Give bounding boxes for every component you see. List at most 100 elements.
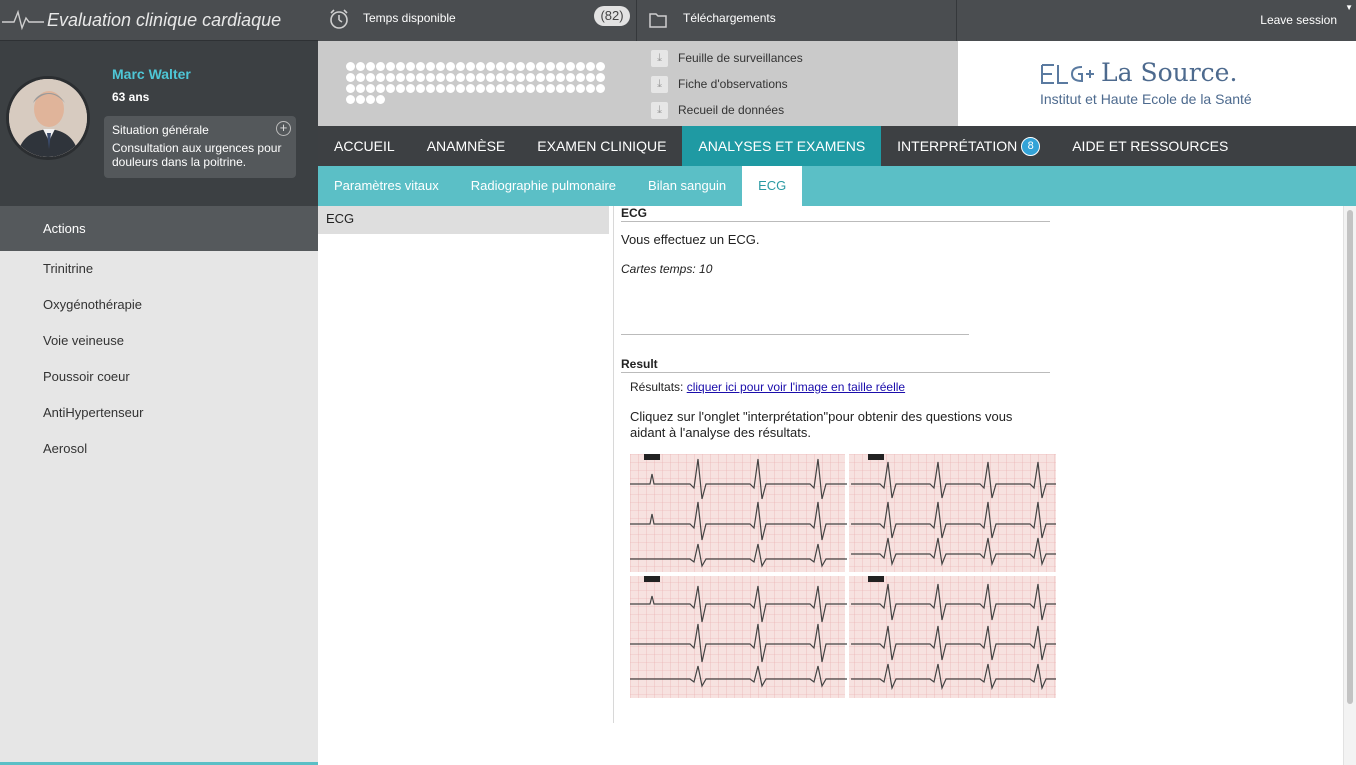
time-dots	[346, 62, 611, 106]
time-dot	[366, 62, 375, 71]
nav-analyses-examens[interactable]: ANALYSES ET EXAMENS	[682, 126, 882, 166]
time-dot	[556, 73, 565, 82]
downloads-label: Téléchargements	[683, 11, 776, 25]
logo-name: La Source.	[1101, 58, 1238, 87]
time-dot	[516, 62, 525, 71]
downloads-header: Téléchargements	[638, 0, 957, 41]
time-dot	[376, 84, 385, 93]
time-dot	[456, 73, 465, 82]
time-dot	[376, 95, 385, 104]
download-label: Recueil de données	[678, 103, 785, 117]
tab-radiographie-pulmonaire[interactable]: Radiographie pulmonaire	[455, 166, 632, 206]
expand-plus-icon[interactable]: +	[276, 121, 291, 136]
time-dot	[526, 73, 535, 82]
action-item-voie-veineuse[interactable]: Voie veineuse	[0, 323, 318, 359]
time-dot	[366, 84, 375, 93]
detail-panel: ECG Vous effectuez un ECG. Cartes temps:…	[621, 206, 1061, 698]
download-fiche-observations[interactable]: ⤓ Fiche d'observations	[638, 71, 958, 97]
time-dot	[436, 84, 445, 93]
nav-anamnese[interactable]: ANAMNÈSE	[411, 126, 522, 166]
time-dot	[356, 95, 365, 104]
top-bar: Temps disponible (82) Téléchargements Le…	[318, 0, 1356, 41]
la-source-logo-icon	[1041, 64, 1094, 84]
app-title-bar: Evaluation clinique cardiaque	[0, 0, 318, 41]
patient-panel: Evaluation clinique cardiaque Marc Walte…	[0, 0, 318, 206]
intro-text: Vous effectuez un ECG.	[621, 232, 760, 247]
tab-ecg[interactable]: ECG	[742, 166, 803, 206]
time-dot	[416, 62, 425, 71]
actions-panel: Actions Trinitrine Oxygénothérapie Voie …	[0, 206, 318, 765]
result-title: Result	[621, 357, 1050, 373]
download-icon: ⤓	[651, 49, 668, 67]
vertical-scrollbar[interactable]	[1343, 206, 1356, 765]
time-dot	[396, 73, 405, 82]
tab-parametres-vitaux[interactable]: Paramètres vitaux	[318, 166, 455, 206]
section-title: ECG	[621, 206, 1050, 222]
time-dot	[486, 73, 495, 82]
situation-title: Situation générale	[112, 123, 209, 137]
time-dot	[596, 62, 605, 71]
time-dot	[426, 73, 435, 82]
time-dot	[436, 62, 445, 71]
time-dot	[566, 73, 575, 82]
time-dot	[556, 84, 565, 93]
nav-aide-ressources[interactable]: AIDE ET RESSOURCES	[1056, 126, 1244, 166]
nav-interpretation[interactable]: INTERPRÉTATION 8	[881, 126, 1056, 166]
time-dot	[416, 73, 425, 82]
ecg-image[interactable]	[630, 454, 1056, 698]
patient-name: Marc Walter	[112, 66, 191, 82]
divider	[621, 334, 969, 335]
time-dot	[416, 84, 425, 93]
action-item-poussoir-coeur[interactable]: Poussoir coeur	[0, 359, 318, 395]
time-dot	[476, 62, 485, 71]
patient-avatar	[6, 76, 90, 160]
time-dot	[526, 84, 535, 93]
action-item-aerosol[interactable]: Aerosol	[0, 431, 318, 467]
time-dot	[536, 84, 545, 93]
time-dot	[596, 84, 605, 93]
interpretation-badge: 8	[1021, 136, 1041, 156]
time-dot	[346, 95, 355, 104]
time-dot	[456, 84, 465, 93]
time-dot	[586, 84, 595, 93]
leave-session-button[interactable]: Leave session	[1260, 13, 1337, 27]
time-dot	[366, 73, 375, 82]
time-dot	[486, 84, 495, 93]
action-item-trinitrine[interactable]: Trinitrine	[0, 251, 318, 287]
time-dot	[596, 73, 605, 82]
scroll-thumb[interactable]	[1347, 210, 1353, 704]
situation-box: Situation générale + Consultation aux ur…	[104, 116, 296, 178]
time-dot	[546, 73, 555, 82]
time-panel	[318, 41, 638, 126]
nav-examen-clinique[interactable]: EXAMEN CLINIQUE	[521, 126, 682, 166]
action-item-oxygenotherapie[interactable]: Oxygénothérapie	[0, 287, 318, 323]
time-dot	[516, 73, 525, 82]
nav-accueil[interactable]: ACCUEIL	[318, 126, 411, 166]
list-item-ecg[interactable]: ECG	[318, 206, 609, 234]
download-recueil-donnees[interactable]: ⤓ Recueil de données	[638, 97, 958, 123]
time-dot	[566, 62, 575, 71]
results-line: Résultats: cliquer ici pour voir l'image…	[630, 380, 1061, 394]
time-dot	[366, 95, 375, 104]
time-dot	[446, 73, 455, 82]
time-dot	[446, 84, 455, 93]
time-dot	[386, 84, 395, 93]
download-feuille-surveillances[interactable]: ⤓ Feuille de surveillances	[638, 45, 958, 71]
time-dot	[486, 62, 495, 71]
time-dot	[526, 62, 535, 71]
time-dot	[386, 73, 395, 82]
time-dot	[386, 62, 395, 71]
help-text: Cliquez sur l'onglet "interprétation"pou…	[630, 409, 1013, 440]
clock-icon	[330, 9, 348, 29]
time-dot	[466, 62, 475, 71]
tab-bilan-sanguin[interactable]: Bilan sanguin	[632, 166, 742, 206]
heartbeat-icon	[2, 9, 44, 31]
results-link[interactable]: cliquer ici pour voir l'image en taille …	[687, 380, 905, 394]
time-dot	[466, 73, 475, 82]
download-icon: ⤓	[651, 101, 668, 119]
action-item-antihypertenseur[interactable]: AntiHypertenseur	[0, 395, 318, 431]
download-icon: ⤓	[651, 75, 668, 93]
caret-down-icon[interactable]: ▼	[1345, 3, 1353, 12]
time-dot	[556, 62, 565, 71]
time-dot	[576, 62, 585, 71]
